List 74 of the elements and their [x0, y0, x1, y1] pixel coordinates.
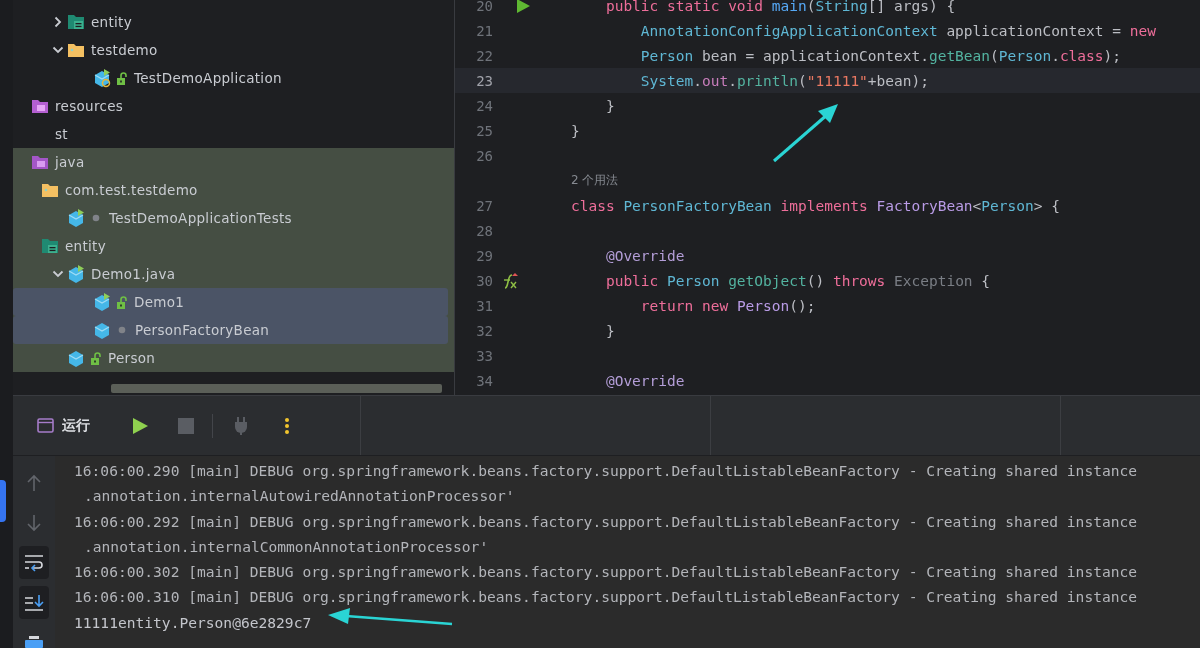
scrollbar[interactable]: [111, 384, 442, 393]
line-number: 26: [475, 147, 493, 164]
tree-item[interactable]: Demo1: [13, 288, 448, 316]
tree-item[interactable]: resources: [13, 92, 448, 120]
code-line: public static void main(String[] args) {: [604, 0, 957, 14]
line-number: 32: [475, 322, 493, 339]
scroll-end-button[interactable]: [19, 586, 49, 619]
arrow-down-icon: [26, 513, 42, 532]
code-line: @Override: [604, 372, 686, 389]
code-line: @Override: [604, 247, 686, 264]
class-icon: [93, 292, 111, 312]
code-line: return new Person();: [639, 297, 817, 314]
console-line: .annotation.internalAutowiredAnnotationProcessor': [83, 486, 515, 507]
line-number: 24: [475, 97, 493, 114]
line-number: 23: [475, 72, 493, 89]
chevron-down-icon[interactable]: [52, 268, 64, 280]
code-line: }: [604, 322, 616, 339]
wrap-icon: [24, 553, 44, 572]
tree-item[interactable]: PersonFactoryBean: [13, 316, 448, 344]
chevron-down-icon[interactable]: [52, 44, 64, 56]
window-icon: [37, 418, 54, 433]
console-line: 11111entity.Person@6e2829c7: [74, 612, 312, 633]
console-line: 16:06:00.310 [main] DEBUG org.springframework.beans.factory.support.DefaultListableBeanFactory - Creating shared instance: [74, 587, 1138, 608]
class-icon: [93, 68, 111, 88]
run-icon[interactable]: [515, 0, 531, 14]
console-line: .annotation.internalCommonAnnotationProcessor': [83, 536, 489, 557]
more-icon: [284, 416, 290, 435]
code-line: public Person getObject() throws Exception {: [604, 272, 992, 289]
folder-icon: [41, 182, 59, 198]
line-number: 21: [475, 22, 493, 39]
tree-item[interactable]: st: [13, 120, 448, 148]
line-number: 30: [475, 272, 493, 289]
line-number: 20: [475, 0, 493, 14]
chevron-right-icon[interactable]: [52, 16, 64, 28]
print-icon: [24, 635, 44, 648]
line-number: 29: [475, 247, 493, 264]
code-line: }: [604, 97, 616, 114]
code-line: }: [571, 122, 581, 139]
class-icon: [67, 348, 85, 368]
play-icon: [131, 416, 149, 435]
function-override-icon[interactable]: [501, 271, 519, 290]
class-icon: [93, 320, 111, 340]
code-line: AnnotationConfigApplicationContext applicationContext = new: [639, 22, 1157, 39]
code-line: Person bean = applicationContext.getBean(Person.class);: [639, 47, 1122, 64]
tree-item[interactable]: testdemo: [13, 36, 448, 64]
tree-item[interactable]: entity: [13, 8, 448, 36]
line-number: 25: [475, 122, 493, 139]
scroll-to-end-icon: [24, 593, 44, 612]
active-indicator: [0, 480, 6, 522]
stop-icon: [178, 417, 194, 434]
source-folder-icon: [31, 154, 49, 170]
folder-icon: [67, 42, 85, 58]
line-number: 27: [475, 197, 493, 214]
console-line: 16:06:00.302 [main] DEBUG org.springframework.beans.factory.support.DefaultListableBeanFactory - Creating shared instance: [74, 562, 1138, 583]
tree-item[interactable]: TestDemoApplication: [13, 64, 448, 92]
resources-folder-icon: [31, 98, 49, 114]
line-number: 34: [475, 372, 493, 389]
arrow-up-icon: [26, 473, 42, 492]
console-line: 16:06:00.292 [main] DEBUG org.springframework.beans.factory.support.DefaultListableBeanFactory - Creating shared instance: [74, 511, 1138, 532]
line-number: 22: [475, 47, 493, 64]
module-folder-icon: [67, 14, 85, 30]
wrap-button[interactable]: [19, 546, 49, 579]
class-icon: [67, 264, 85, 284]
line-number: 28: [475, 222, 493, 239]
code-line: class PersonFactoryBean implements FactoryBean<Person> {: [571, 197, 1061, 214]
console-line: 16:06:00.290 [main] DEBUG org.springframework.beans.factory.support.DefaultListableBeanFactory - Creating shared instance: [74, 461, 1138, 481]
code-line: System.out.println("11111"+bean);: [639, 72, 930, 89]
line-number: 33: [475, 347, 493, 364]
usages-hint[interactable]: 2 个用法: [571, 172, 1200, 189]
line-number: 31: [475, 297, 493, 314]
module-folder-icon: [41, 238, 59, 254]
plug-icon: [234, 416, 248, 435]
class-icon: [67, 208, 85, 228]
run-tab[interactable]: 运行: [37, 416, 90, 435]
